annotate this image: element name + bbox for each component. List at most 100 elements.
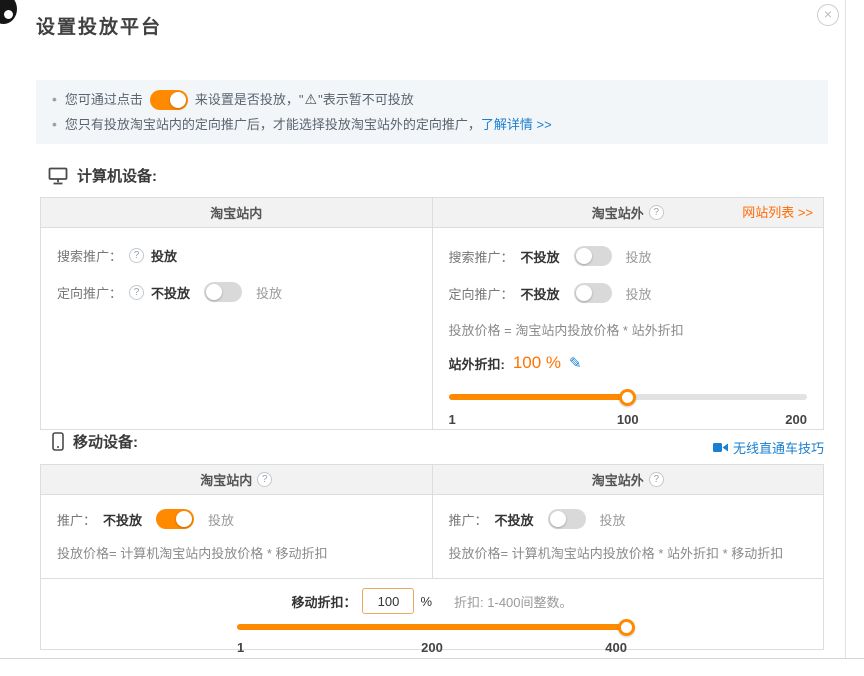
toggle-knob bbox=[576, 248, 592, 264]
offsite-discount-slider[interactable] bbox=[449, 389, 808, 405]
mobile-offsite-promo-row: 推广： 不投放 投放 bbox=[449, 509, 808, 529]
offsite-discount-row: 站外折扣: 100 % ✎ bbox=[449, 353, 808, 373]
toggle-knob bbox=[576, 285, 592, 301]
pc-onsite-search-row: 搜索推广： ? 投放 bbox=[57, 246, 416, 265]
mobile-slider-labels: 1 200 400 bbox=[237, 640, 627, 656]
help-icon[interactable]: ? bbox=[649, 205, 664, 220]
pc-offsite-target-row: 定向推广： 不投放 投放 bbox=[449, 283, 808, 303]
target-promo-label: 定向推广： bbox=[449, 284, 514, 303]
mobile-section-title: 移动设备: bbox=[73, 431, 138, 452]
page-title: 设置投放平台 bbox=[36, 12, 162, 39]
video-camera-icon bbox=[713, 442, 728, 453]
mobile-phone-icon bbox=[52, 432, 64, 451]
notice-text: 您可通过点击 bbox=[65, 89, 143, 110]
state-on-label: 投放 bbox=[256, 283, 282, 302]
offsite-slider-labels: 1 100 200 bbox=[449, 412, 808, 428]
pc-onsite-target-toggle[interactable] bbox=[204, 282, 242, 302]
state-on-label: 投放 bbox=[208, 510, 234, 529]
mobile-discount-input[interactable] bbox=[362, 588, 414, 614]
pc-onsite-target-row: 定向推广： ? 不投放 投放 bbox=[57, 282, 416, 302]
close-button[interactable]: × bbox=[817, 4, 839, 26]
wireless-tips-link[interactable]: 无线直通车技巧 bbox=[713, 438, 824, 457]
state-off-label: 不投放 bbox=[521, 284, 560, 303]
target-promo-label: 定向推广： bbox=[57, 283, 122, 302]
pc-offsite-target-toggle[interactable] bbox=[574, 283, 612, 303]
help-icon[interactable]: ? bbox=[129, 248, 144, 263]
mobile-onsite-cell: 推广： 不投放 投放 投放价格= 计算机淘宝站内投放价格 * 移动折扣 bbox=[41, 495, 432, 578]
pc-offsite-search-toggle[interactable] bbox=[574, 246, 612, 266]
column-header-label: 淘宝站外 bbox=[592, 470, 644, 489]
notice-text: 您只有投放淘宝站内的定向推广后，才能选择投放淘宝站外的定向推广， bbox=[65, 114, 481, 135]
site-list-link[interactable]: 网站列表 >> bbox=[742, 198, 813, 228]
mobile-slider-area: 1 200 400 bbox=[237, 619, 627, 656]
slider-max-label: 200 bbox=[785, 412, 807, 427]
mobile-discount-hint: 折扣: 1-400间整数。 bbox=[454, 592, 572, 611]
slider-min-label: 1 bbox=[449, 412, 456, 427]
computer-offsite-column-header: 淘宝站外 ? 网站列表 >> bbox=[432, 198, 824, 227]
learn-more-link[interactable]: 了解详情 >> bbox=[481, 114, 552, 135]
slider-fill bbox=[237, 624, 627, 630]
bullet-icon: • bbox=[52, 89, 57, 110]
state-on-label: 投放 bbox=[600, 510, 626, 529]
column-header-label: 淘宝站内 bbox=[200, 470, 252, 489]
warning-icon: ⚠ bbox=[305, 89, 318, 110]
mobile-discount-row: 移动折扣： % 折扣: 1-400间整数。 1 200 400 bbox=[41, 578, 823, 650]
mobile-discount-slider[interactable] bbox=[237, 619, 627, 635]
computer-table: 淘宝站内 淘宝站外 ? 网站列表 >> 搜索推广： ? 投放 定向推广： ? 不… bbox=[40, 197, 824, 430]
column-header-label: 淘宝站外 bbox=[592, 203, 644, 222]
offsite-slider-thumb[interactable] bbox=[619, 389, 636, 406]
search-promo-label: 搜索推广： bbox=[449, 247, 514, 266]
offsite-discount-label: 站外折扣: bbox=[449, 354, 505, 373]
mobile-section-header: 移动设备: bbox=[52, 431, 138, 452]
toggle-knob bbox=[206, 284, 222, 300]
bullet-icon: • bbox=[52, 114, 57, 135]
promo-label: 推广： bbox=[449, 510, 488, 529]
notice-line-2: • 您只有投放淘宝站内的定向推广后，才能选择投放淘宝站外的定向推广， 了解详情 … bbox=[52, 114, 812, 135]
mobile-table-body: 推广： 不投放 投放 投放价格= 计算机淘宝站内投放价格 * 移动折扣 推广： … bbox=[41, 495, 823, 578]
notice-text: 来设置是否投放，" bbox=[195, 89, 304, 110]
help-icon[interactable]: ? bbox=[649, 472, 664, 487]
notice-text: "表示暂不可投放 bbox=[318, 89, 414, 110]
mobile-discount-controls: 移动折扣： % 折扣: 1-400间整数。 bbox=[41, 587, 823, 615]
search-promo-state: 投放 bbox=[151, 246, 177, 265]
mobile-slider-thumb[interactable] bbox=[618, 619, 635, 636]
offsite-price-formula: 投放价格 = 淘宝站内投放价格 * 站外折扣 bbox=[449, 320, 808, 339]
mobile-offsite-price-formula: 投放价格= 计算机淘宝站内投放价格 * 站外折扣 * 移动折扣 bbox=[449, 543, 808, 562]
help-icon[interactable]: ? bbox=[257, 472, 272, 487]
search-promo-label: 搜索推广： bbox=[57, 246, 122, 265]
mobile-table-header: 淘宝站内 ? 淘宝站外 ? bbox=[41, 465, 823, 495]
wireless-tips-label: 无线直通车技巧 bbox=[733, 438, 824, 457]
help-icon[interactable]: ? bbox=[129, 285, 144, 300]
notice-line-1: • 您可通过点击 来设置是否投放，" ⚠ "表示暂不可投放 bbox=[52, 89, 812, 110]
state-on-label: 投放 bbox=[626, 247, 652, 266]
computer-table-body: 搜索推广： ? 投放 定向推广： ? 不投放 投放 搜索推广： 不投放 投放 bbox=[41, 228, 823, 429]
notice-panel: • 您可通过点击 来设置是否投放，" ⚠ "表示暂不可投放 • 您只有投放淘宝站… bbox=[36, 80, 828, 144]
computer-table-header: 淘宝站内 淘宝站外 ? 网站列表 >> bbox=[41, 198, 823, 228]
toggle-example-icon bbox=[150, 90, 188, 110]
mobile-discount-unit: % bbox=[420, 594, 432, 609]
corner-avatar-hole bbox=[4, 10, 13, 19]
mobile-onsite-price-formula: 投放价格= 计算机淘宝站内投放价格 * 移动折扣 bbox=[57, 543, 416, 562]
edit-pencil-icon[interactable]: ✎ bbox=[569, 354, 582, 372]
dialog-right-border bbox=[845, 0, 846, 659]
slider-track[interactable] bbox=[237, 624, 627, 630]
slider-mid-label: 200 bbox=[421, 640, 443, 655]
mobile-onsite-toggle[interactable] bbox=[156, 509, 194, 529]
slider-max-label: 400 bbox=[605, 640, 627, 655]
mobile-onsite-promo-row: 推广： 不投放 投放 bbox=[57, 509, 416, 529]
close-icon: × bbox=[824, 6, 832, 22]
computer-section-header: 计算机设备: bbox=[48, 165, 157, 186]
mobile-discount-label: 移动折扣： bbox=[291, 592, 356, 611]
computer-onsite-column-header: 淘宝站内 bbox=[41, 198, 432, 227]
offsite-discount-value: 100 % bbox=[513, 353, 561, 373]
computer-section-title: 计算机设备: bbox=[77, 165, 157, 186]
mobile-offsite-toggle[interactable] bbox=[548, 509, 586, 529]
state-off-label: 不投放 bbox=[521, 247, 560, 266]
state-off-label: 不投放 bbox=[151, 283, 190, 302]
mobile-offsite-column-header: 淘宝站外 ? bbox=[432, 465, 824, 494]
column-header-label: 淘宝站内 bbox=[210, 203, 262, 222]
pc-offsite-search-row: 搜索推广： 不投放 投放 bbox=[449, 246, 808, 266]
mobile-onsite-column-header: 淘宝站内 ? bbox=[41, 465, 432, 494]
promo-label: 推广： bbox=[57, 510, 96, 529]
slider-fill bbox=[449, 394, 628, 400]
